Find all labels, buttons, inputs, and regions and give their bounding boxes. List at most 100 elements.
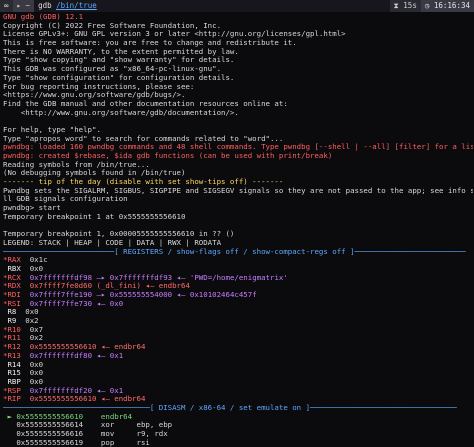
- terminal-title-bar: ∞ ▸ ~ gdb /bin/true ⧗ 15s ◷ 16:16:34: [0, 0, 474, 12]
- folder-icon: ▸: [16, 0, 22, 10]
- register-value: 0x0: [29, 369, 44, 378]
- register-row: *RDX 0x7ffff7fe0d60 (_dl_fini) ◂— endbr6…: [3, 282, 473, 291]
- register-name: *RDI: [3, 291, 21, 299]
- disasm-addr: 0x5555555556614: [16, 421, 84, 430]
- no-debug-line: (No debugging symbols found in /bin/true…: [3, 169, 186, 178]
- register-name: *R12: [3, 343, 21, 352]
- register-name: R14: [3, 360, 21, 369]
- register-row: *R13 0x7fffffffdf80 ◂— 0x1: [3, 352, 473, 361]
- disasm-operands: rsi: [136, 438, 150, 447]
- register-row: *RCX 0x7fffffffdf98 —▸ 0x7fffffffdf93 ◂—…: [3, 274, 473, 283]
- warranty-line: There is NO WARRANTY, to the extent perm…: [3, 47, 239, 56]
- disasm-addr: 0x5555555556619: [16, 438, 84, 447]
- tip-header: ------- tip of the day (disable with set…: [3, 178, 284, 187]
- register-name: *RAX: [3, 256, 21, 265]
- register-value: 0x2: [29, 334, 44, 343]
- register-name: *RSP: [3, 386, 21, 395]
- disasm-mnemonic: endbr64: [100, 412, 133, 421]
- clock-icon: ◷: [424, 0, 430, 10]
- register-name: *R11: [3, 334, 21, 343]
- os-icon: ∞: [4, 0, 9, 10]
- show-copying-line: Type "show copying" and "show warranty" …: [3, 56, 235, 65]
- tip-body-cont: ll GDB signals configuration: [3, 195, 128, 204]
- register-value: 0x7ffff7ffe190 —▸ 0x555555554000 ◂— 0x10…: [29, 291, 257, 299]
- copyright: Copyright (C) 2022 Free Software Foundat…: [3, 21, 222, 30]
- registers-list: *RAX 0x1c RBX 0x0 *RCX 0x7fffffffdf98 —▸…: [3, 256, 473, 404]
- os-segment: ∞: [0, 0, 13, 12]
- reading-symbols-line: Reading symbols from /bin/true...: [3, 160, 150, 169]
- register-name: *R13: [3, 351, 21, 360]
- register-name: *RSI: [3, 299, 21, 308]
- disasm-mnemonic: pop: [100, 438, 115, 447]
- register-name: R15: [3, 369, 21, 378]
- register-name: R8: [3, 308, 17, 317]
- disasm-mnemonic: xor: [100, 421, 115, 430]
- register-row: RBX 0x0: [3, 265, 473, 274]
- current-instruction-arrow-icon: ►: [3, 412, 17, 421]
- register-name: *RIP: [3, 395, 21, 404]
- configured-line: This GDB was configured as "x86_64-pc-li…: [3, 65, 222, 74]
- disasm-operands: ebp, ebp: [136, 421, 173, 430]
- show-config-line: Type "show configuration" for configurat…: [3, 73, 235, 82]
- bug-reporting-line: For bug reporting instructions, please s…: [3, 82, 195, 91]
- disasm-header: ─────────────────────────────────[ DISAS…: [3, 403, 457, 412]
- register-name: *R10: [3, 325, 21, 334]
- help-line: For help, type "help".: [3, 125, 101, 134]
- register-row: R15 0x0: [3, 369, 473, 378]
- temp-breakpoint-hit-line: Temporary breakpoint 1, 0x00005555555556…: [3, 230, 235, 239]
- gdb-version: GNU gdb (GDB) 12.1: [3, 13, 84, 21]
- pwndbg-loaded-line: pwndbg: loaded 160 pwndbg commands and 4…: [3, 143, 473, 152]
- register-value: 0x0: [25, 308, 39, 317]
- register-name: R9: [3, 317, 17, 326]
- register-row: R14 0x0: [3, 361, 473, 370]
- terminal-output[interactable]: GNU gdb (GDB) 12.1 Copyright (C) 2022 Fr…: [3, 13, 473, 447]
- register-row: *RDI 0x7ffff7ffe190 —▸ 0x555555554000 ◂—…: [3, 291, 473, 300]
- register-row: R8 0x0: [3, 308, 473, 317]
- register-row: *R11 0x2: [3, 334, 473, 343]
- register-value: 0x7fffffffdf98 —▸ 0x7fffffffdf93 ◂— 'PWD…: [29, 273, 288, 282]
- manual-line: Find the GDB manual and other documentat…: [3, 99, 288, 108]
- register-value: 0x0: [29, 377, 44, 386]
- register-row: *RIP 0x5555555556610 ◂— endbr64: [3, 395, 473, 404]
- register-value: 0x1c: [29, 256, 48, 265]
- bug-url[interactable]: <https://www.gnu.org/software/gdb/bugs/>…: [3, 91, 473, 100]
- shell-command: gdb /bin/true: [38, 0, 97, 10]
- apropos-line: Type "apropos word" to search for comman…: [3, 134, 284, 143]
- register-value: 0x7: [29, 325, 44, 334]
- license-line: License GPLv3+: GNU GPL version 3 or lat…: [3, 30, 346, 39]
- disasm-operands: r9, rdx: [136, 430, 168, 438]
- registers-header: ─────────────────────────[ REGISTERS / s…: [3, 247, 466, 256]
- register-row: *R12 0x5555555556610 ◂— endbr64: [3, 343, 473, 352]
- pwndbg-created-line: pwndbg: created $rebase, $ida gdb functi…: [3, 152, 333, 160]
- register-value: 0x7ffff7fe0d60 (_dl_fini) ◂— endbr64: [29, 282, 190, 291]
- duration-segment: ⧗ 15s: [389, 0, 421, 12]
- register-value: 0x2: [25, 317, 39, 326]
- register-value: 0x5555555556610 ◂— endbr64: [29, 343, 146, 352]
- register-value: 0x0: [29, 264, 44, 273]
- register-row: R9 0x2: [3, 317, 473, 326]
- disasm-mnemonic: mov: [100, 430, 115, 438]
- register-name: *RCX: [3, 273, 21, 282]
- temp-breakpoint-line: Temporary breakpoint 1 at 0x555555555661…: [3, 212, 186, 221]
- register-row: *RAX 0x1c: [3, 256, 473, 265]
- register-row: *R10 0x7: [3, 326, 473, 335]
- cwd-segment: ▸ ~: [12, 0, 35, 12]
- disasm-row: 0x5555555556619 pop rsi: [3, 439, 473, 447]
- register-row: RBP 0x0: [3, 378, 473, 387]
- clock-segment: ◷ 16:16:34: [420, 0, 474, 12]
- register-value: 0x5555555556610 ◂— endbr64: [29, 395, 146, 404]
- tip-body: Pwndbg sets the SIGALRM, SIGBUS, SIGPIPE…: [3, 186, 473, 195]
- disasm-row-current: ► 0x5555555556610 endbr64: [3, 413, 473, 422]
- start-command: pwndbg> start: [3, 204, 61, 213]
- legend-line: LEGEND: STACK | HEAP | CODE | DATA | RWX…: [3, 238, 222, 247]
- register-value: 0x0: [29, 360, 44, 369]
- register-row: *RSP 0x7fffffffdf20 ◂— 0x1: [3, 387, 473, 396]
- register-row: *RSI 0x7ffff7ffe730 ◂— 0x0: [3, 300, 473, 309]
- hourglass-icon: ⧗: [393, 0, 399, 10]
- doc-url[interactable]: <http://www.gnu.org/software/gdb/documen…: [3, 109, 473, 118]
- register-value: 0x7fffffffdf80 ◂— 0x1: [29, 351, 124, 360]
- disasm-row: 0x5555555556614 xor ebp, ebp: [3, 421, 473, 430]
- disasm-addr: 0x5555555556616: [16, 430, 84, 438]
